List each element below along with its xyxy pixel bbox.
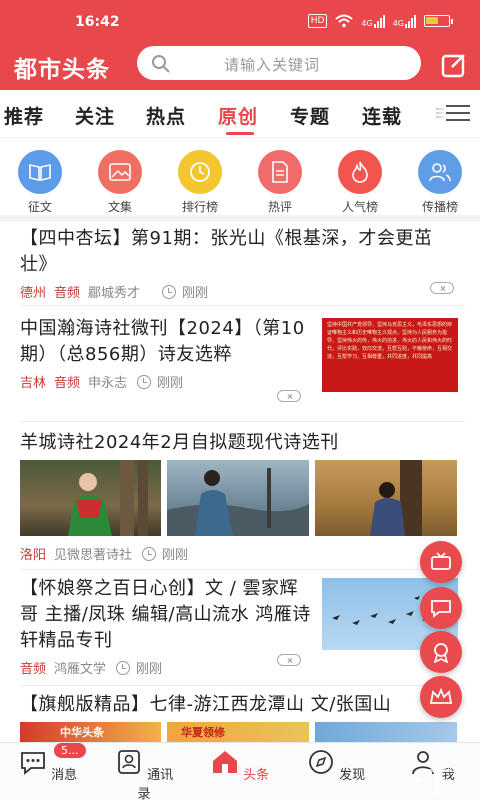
clock-icon (178, 150, 222, 194)
clock-icon (162, 284, 177, 299)
signal-icon: 4G (361, 14, 385, 28)
audio-tag[interactable]: 音频 (20, 658, 46, 677)
article-source[interactable]: 申永志 (88, 372, 127, 391)
category-spread[interactable]: 传播榜 (400, 150, 480, 215)
category-collection[interactable]: 文集 (80, 150, 160, 215)
float-button-video[interactable] (420, 541, 462, 583)
audio-tag[interactable]: 音频 (54, 282, 80, 301)
dismiss-icon[interactable] (277, 654, 301, 666)
location-tag[interactable]: 吉林 (20, 372, 46, 391)
article-item[interactable]: 羊城诗社2024年2月自拟题现代诗选刊 洛阳 见微思著诗社 刚刚 (20, 422, 465, 570)
float-button-chat[interactable] (420, 587, 462, 629)
status-icons: HD 4G 4G (307, 14, 453, 28)
message-badge: 5... (54, 743, 86, 758)
article-meta: 德州 音频 郿城秀才 刚刚 (20, 282, 465, 301)
float-button-award[interactable] (420, 631, 462, 673)
app-header: 16:42 HD 4G 4G 都市头条 请输入关键词 (0, 0, 480, 90)
article-item[interactable]: 【四中杏坛】第91期：张光山《根基深，才会更茁壮》 德州 音频 郿城秀才 刚刚 (20, 222, 465, 306)
location-tag[interactable]: 洛阳 (20, 544, 46, 563)
category-ranking[interactable]: 排行榜 (160, 150, 240, 215)
float-button-crown[interactable] (420, 676, 462, 718)
article-title[interactable]: 【四中杏坛】第91期：张光山《根基深，才会更茁壮》 (20, 226, 460, 278)
app-brand: 都市头条 (14, 57, 110, 83)
crown-icon (429, 687, 453, 704)
article-thumbnail[interactable]: 坚持中国共产党领导，坚持马克思主义，毛泽东思想的辩证唯物主义和历史唯物主义观点，… (322, 318, 458, 392)
picture-icon (98, 150, 142, 194)
article-time: 刚刚 (136, 662, 163, 677)
dismiss-icon[interactable] (277, 390, 301, 402)
nav-headlines[interactable]: 头条 (210, 749, 270, 783)
compass-icon (309, 750, 333, 774)
contacts-icon (118, 750, 140, 774)
category-grid: 征文 文集 排行榜 热评 人气榜 传播榜 (0, 150, 480, 216)
article-source[interactable]: 郿城秀才 (88, 282, 140, 301)
article-title[interactable]: 【怀娘祭之百日心创】文 / 雲家辉哥 主播/凤珠 编辑/高山流水 鸿雁诗轩精品专… (20, 576, 316, 654)
tab-follow[interactable]: 关注 (75, 102, 115, 129)
watermark: 一下载 (392, 765, 457, 798)
flame-icon (338, 150, 382, 194)
search-icon (152, 55, 170, 73)
channel-tabs: 推荐 关注 热点 原创 专题 连载 ≡ (0, 90, 480, 138)
clock-icon (142, 546, 157, 561)
signal-icon-2: 4G (393, 14, 416, 28)
message-icon (21, 752, 45, 775)
nav-discover[interactable]: 发现 (306, 749, 366, 783)
active-tab-indicator (226, 132, 254, 135)
category-popularity[interactable]: 人气榜 (320, 150, 400, 215)
category-hot-comments[interactable]: 热评 (240, 150, 320, 215)
clock-icon (137, 374, 152, 389)
book-icon (18, 150, 62, 194)
article-thumbnail[interactable] (315, 460, 457, 536)
article-item[interactable]: 中国瀚海诗社微刊【2024】（第10期）（总856期）诗友选粹 吉林 音频 申永… (20, 306, 465, 422)
people-icon (418, 150, 462, 194)
nav-contacts[interactable]: 通讯录 (114, 749, 174, 800)
wifi-icon (335, 14, 354, 28)
article-thumbnail[interactable] (167, 460, 309, 536)
tab-hot[interactable]: 热点 (146, 102, 186, 129)
article-source[interactable]: 见微思著诗社 (54, 544, 132, 563)
article-time: 刚刚 (157, 376, 184, 391)
search-placeholder: 请输入关键词 (224, 56, 321, 74)
home-icon (212, 751, 237, 773)
chat-icon (431, 600, 451, 618)
article-thumbnail[interactable] (20, 460, 161, 536)
article-item[interactable]: 【怀娘祭之百日心创】文 / 雲家辉哥 主播/凤珠 编辑/高山流水 鸿雁诗轩精品专… (20, 570, 465, 686)
article-time: 刚刚 (182, 286, 209, 301)
category-essay[interactable]: 征文 (0, 150, 80, 215)
article-meta: 洛阳 见微思著诗社 刚刚 (20, 544, 188, 563)
document-icon (258, 150, 302, 194)
article-title[interactable]: 中国瀚海诗社微刊【2024】（第10期）（总856期）诗友选粹 (20, 316, 312, 368)
article-title[interactable]: 羊城诗社2024年2月自拟题现代诗选刊 (20, 430, 465, 456)
edit-icon[interactable] (440, 51, 468, 79)
dismiss-icon[interactable] (430, 282, 454, 294)
hd-icon: HD (307, 14, 328, 28)
battery-icon (424, 15, 453, 27)
tab-serial[interactable]: 连载 (362, 102, 402, 129)
menu-icon[interactable] (446, 104, 470, 122)
status-bar: 16:42 HD 4G 4G (0, 0, 480, 42)
clock-icon (116, 660, 131, 675)
search-input[interactable]: 请输入关键词 (137, 46, 421, 80)
tv-icon (431, 552, 451, 570)
audio-tag[interactable]: 音频 (54, 372, 80, 391)
section-divider (0, 215, 480, 222)
tab-original[interactable]: 原创 (218, 102, 258, 129)
article-meta: 音频 鸿雁文学 刚刚 (20, 658, 465, 677)
tab-topic[interactable]: 专题 (290, 102, 330, 129)
article-time: 刚刚 (162, 548, 189, 563)
award-icon (433, 643, 449, 663)
status-time: 16:42 (75, 14, 120, 30)
location-tag[interactable]: 德州 (20, 282, 46, 301)
article-item[interactable]: 【旗舰版精品】七律-游江西龙潭山 文/张国山 中华头条 华夏领修 (20, 686, 465, 746)
tab-recommend[interactable]: 推荐 (4, 102, 44, 129)
article-title[interactable]: 【旗舰版精品】七律-游江西龙潭山 文/张国山 (20, 692, 465, 718)
article-source[interactable]: 鸿雁文学 (54, 658, 106, 677)
